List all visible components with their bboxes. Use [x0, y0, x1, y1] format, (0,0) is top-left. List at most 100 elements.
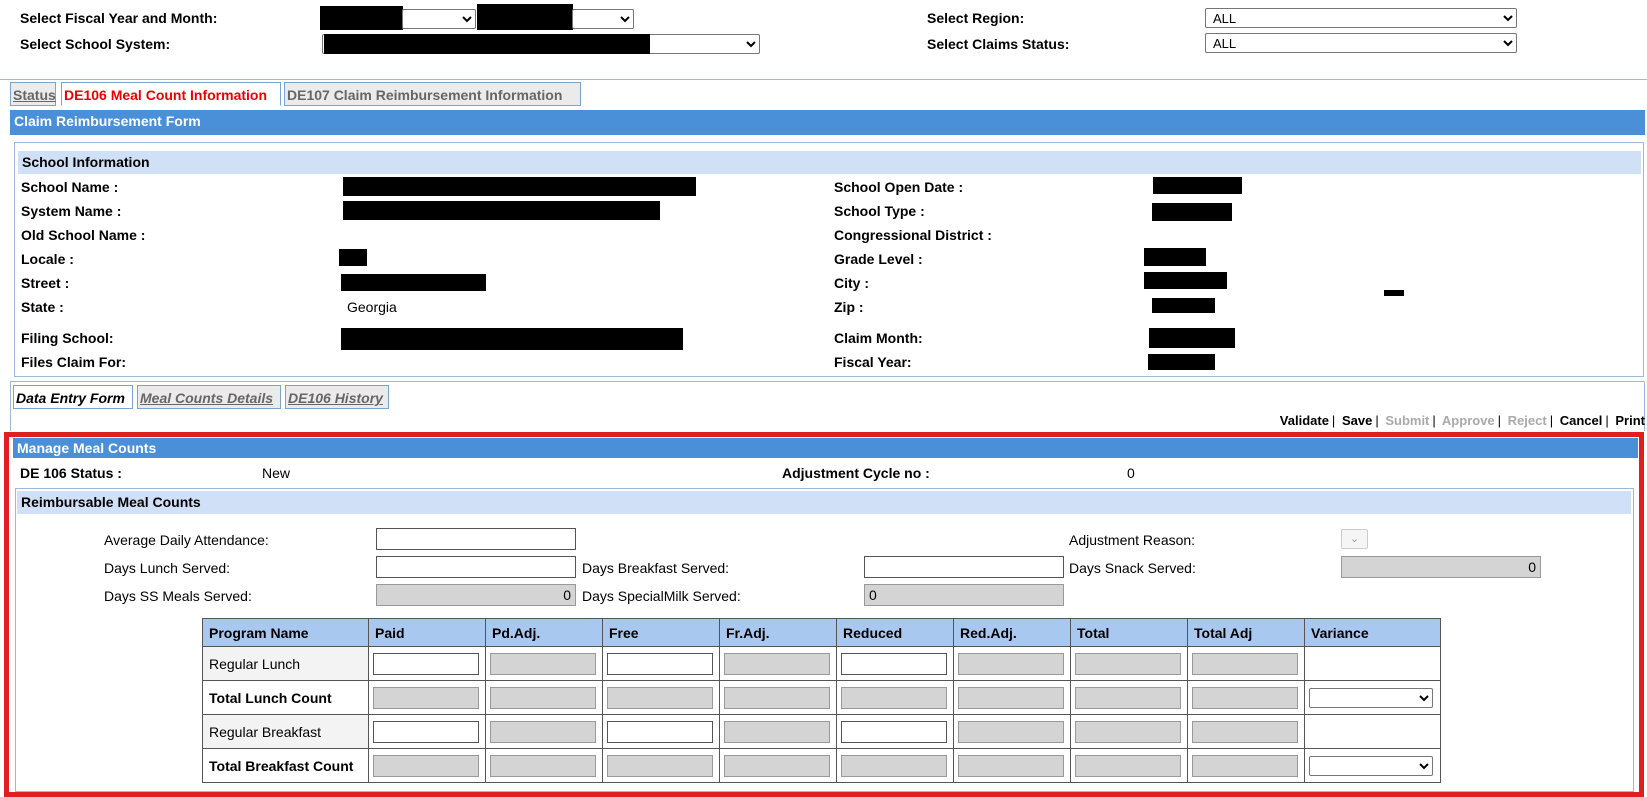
total-lunch-variance-select[interactable]: [1309, 687, 1433, 708]
table-row: Total Breakfast Count: [202, 748, 1441, 783]
col-program-name: Program Name: [202, 618, 369, 647]
ada-input[interactable]: [376, 528, 576, 550]
regular-breakfast-reduced-input[interactable]: [841, 720, 947, 743]
redacted-school-name: [343, 177, 696, 196]
adjustment-reason-select[interactable]: ⌄: [1341, 529, 1368, 549]
reimbursable-meal-counts-header: Reimbursable Meal Counts: [17, 491, 1631, 514]
col-total-adj: Total Adj: [1187, 618, 1305, 647]
red-adj-cell: [953, 646, 1071, 681]
approve-link: Approve: [1441, 413, 1495, 428]
regular-breakfast-total-adj-input: [1192, 720, 1298, 743]
claim-month-label: Claim Month:: [834, 330, 923, 346]
regular-lunch-total-input: [1075, 652, 1181, 675]
total-lunch-pd-adj-input: [490, 686, 596, 709]
total-lunch-total-input: [1075, 686, 1181, 709]
tab-status[interactable]: Status: [10, 82, 56, 106]
fiscal-year-select[interactable]: [402, 9, 476, 29]
total-lunch-reduced-input: [841, 686, 947, 709]
cancel-link[interactable]: Cancel: [1560, 413, 1603, 428]
region-label: Select Region:: [927, 10, 1025, 26]
red-adj-cell: [953, 714, 1071, 749]
free-cell: [602, 748, 720, 783]
total-lunch-paid-input: [373, 686, 479, 709]
regular-breakfast-paid-input[interactable]: [373, 720, 479, 743]
tab-de106-meal-count[interactable]: DE106 Meal Count Information: [61, 82, 281, 106]
regular-lunch-pd-adj-input: [490, 652, 596, 675]
regular-lunch-total-adj-input: [1192, 652, 1298, 675]
reduced-cell: [836, 748, 954, 783]
adjustment-cycle-label: Adjustment Cycle no :: [782, 465, 930, 481]
program-name-cell: Regular Breakfast: [202, 714, 369, 749]
days-snack-input: [1341, 556, 1541, 578]
separator: |: [1497, 413, 1502, 428]
old-school-name-label: Old School Name :: [21, 227, 146, 243]
print-link[interactable]: Print: [1615, 413, 1645, 428]
tab-data-entry-form[interactable]: Data Entry Form: [13, 385, 133, 409]
state-value: Georgia: [347, 299, 397, 315]
total-adj-cell: [1187, 714, 1305, 749]
days-ss-label: Days SS Meals Served:: [104, 588, 252, 604]
pd-adj-cell: [485, 680, 603, 715]
total-breakfast-total-adj-input: [1192, 754, 1298, 777]
validate-link[interactable]: Validate: [1280, 413, 1329, 428]
separator: |: [1432, 413, 1436, 428]
total-lunch-total-adj-input: [1192, 686, 1298, 709]
total-adj-cell: [1187, 646, 1305, 681]
days-breakfast-input[interactable]: [864, 556, 1064, 578]
tab-meal-counts-details[interactable]: Meal Counts Details: [137, 385, 281, 409]
separator: |: [1331, 413, 1336, 428]
regular-breakfast-total-input: [1075, 720, 1181, 743]
total-cell: [1070, 748, 1188, 783]
zip-label: Zip :: [834, 299, 864, 315]
paid-cell: [368, 680, 486, 715]
total-breakfast-variance-select[interactable]: [1309, 755, 1433, 776]
total-cell: [1070, 714, 1188, 749]
redacted-system-name: [343, 201, 660, 220]
regular-lunch-reduced-input[interactable]: [841, 652, 947, 675]
pd-adj-cell: [485, 646, 603, 681]
redacted-mark: [1384, 290, 1404, 296]
action-links: Validate | Save | Submit | Approve | Reject |…: [1280, 413, 1645, 428]
regular-lunch-red-adj-input: [958, 652, 1064, 675]
regular-breakfast-free-input[interactable]: [607, 720, 713, 743]
regular-lunch-paid-input[interactable]: [373, 652, 479, 675]
fiscal-month-select[interactable]: [572, 9, 634, 29]
col-reduced: Reduced: [836, 618, 954, 647]
school-system-label: Select School System:: [20, 36, 171, 52]
fr-adj-cell: [719, 714, 837, 749]
redacted-claim-month: [1149, 328, 1235, 348]
regular-lunch-fr-adj-input: [724, 652, 830, 675]
redacted-filing-school: [341, 328, 683, 350]
days-lunch-label: Days Lunch Served:: [104, 560, 231, 576]
days-lunch-input[interactable]: [376, 556, 576, 578]
regular-lunch-free-input[interactable]: [607, 652, 713, 675]
redacted-grade-level: [1144, 248, 1206, 266]
program-name-cell: Regular Lunch: [202, 646, 369, 681]
region-select[interactable]: ALL: [1205, 8, 1517, 28]
school-type-label: School Type :: [834, 203, 925, 219]
claims-status-select[interactable]: ALL: [1205, 33, 1517, 53]
tab-de106-history[interactable]: DE106 History: [285, 385, 389, 409]
reject-link: Reject: [1507, 413, 1547, 428]
redacted-school-open-date: [1153, 177, 1242, 194]
school-open-date-label: School Open Date :: [834, 179, 964, 195]
redacted-fiscal-month: [477, 4, 573, 30]
redacted-city: [1144, 272, 1227, 289]
regular-breakfast-fr-adj-input: [724, 720, 830, 743]
claims-status-label: Select Claims Status:: [927, 36, 1070, 52]
school-information-box: [14, 142, 1644, 377]
total-breakfast-total-input: [1075, 754, 1181, 777]
reduced-cell: [836, 714, 954, 749]
total-cell: [1070, 646, 1188, 681]
total-breakfast-fr-adj-input: [724, 754, 830, 777]
grade-level-label: Grade Level :: [834, 251, 923, 267]
variance-cell: [1304, 680, 1441, 715]
pd-adj-cell: [485, 714, 603, 749]
days-breakfast-label: Days Breakfast Served:: [582, 560, 730, 576]
chevron-down-icon: ⌄: [1349, 533, 1360, 545]
save-link[interactable]: Save: [1342, 413, 1372, 428]
tab-de107-claim-reimbursement[interactable]: DE107 Claim Reimbursement Information: [284, 82, 581, 106]
de106-status-label: DE 106 Status :: [20, 465, 122, 481]
pd-adj-cell: [485, 748, 603, 783]
days-specialmilk-input: [864, 584, 1064, 606]
